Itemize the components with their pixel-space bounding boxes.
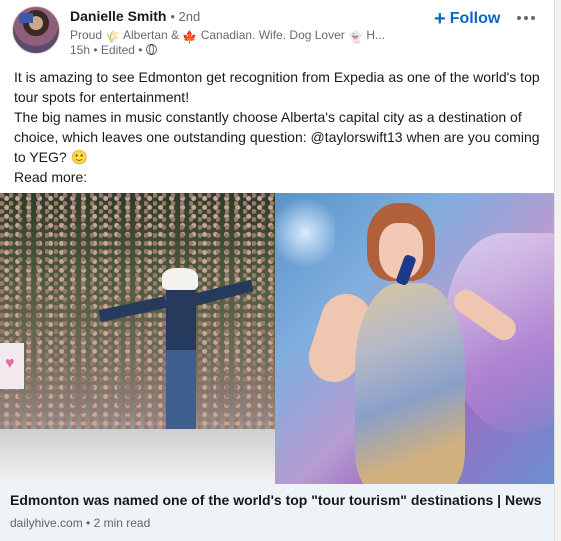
follow-label: Follow: [449, 10, 501, 27]
post-body: It is amazing to see Edmonton get recogn…: [14, 67, 546, 187]
post-text-line-2-content: The big names in music constantly choose…: [14, 109, 540, 165]
headline-part-1: Proud: [70, 28, 103, 42]
maple-leaf-icon: 🍁: [182, 30, 198, 44]
follow-button[interactable]: + Follow: [428, 8, 506, 30]
plus-icon: +: [434, 8, 446, 30]
more-options-button[interactable]: [512, 6, 540, 30]
post-meta: 15h • Edited •: [70, 43, 157, 57]
concert-photo-right: [275, 193, 554, 484]
author-headline: Proud 🌾 Albertan & 🍁 Canadian. Wife. Dog…: [70, 28, 405, 44]
link-title: Edmonton was named one of the world's to…: [10, 492, 542, 508]
post-text-line-1: It is amazing to see Edmonton get recogn…: [14, 69, 540, 105]
smile-emoji-icon: 🙂: [70, 149, 88, 165]
heart-sign-icon: [0, 343, 24, 389]
headline-part-4: H...: [366, 28, 386, 42]
sequined-bodysuit-figure: [355, 283, 465, 484]
headline-part-2: Albertan &: [123, 28, 180, 42]
author-name[interactable]: Danielle Smith: [70, 8, 166, 24]
link-preview-caption[interactable]: Edmonton was named one of the world's to…: [0, 484, 554, 541]
link-preview-image[interactable]: [0, 193, 554, 484]
stage-floor: [0, 429, 275, 484]
link-source: dailyhive.com • 2 min read: [10, 516, 151, 530]
ellipsis-dot: [531, 16, 535, 20]
globe-icon: [145, 44, 157, 55]
flag-icon: [19, 13, 33, 23]
concert-photo-left: [0, 193, 275, 484]
feed-post-card: Danielle Smith • 2nd Proud 🌾 Albertan & …: [0, 0, 555, 541]
author-avatar[interactable]: [12, 6, 60, 54]
post-timestamp: 15h • Edited •: [70, 43, 143, 57]
ellipsis-icon: [517, 16, 521, 20]
post-header: Danielle Smith • 2nd Proud 🌾 Albertan & …: [12, 6, 552, 58]
wheat-icon: 🌾: [105, 30, 121, 44]
read-more-link[interactable]: Read more:: [14, 167, 546, 187]
ghost-icon: 👻: [348, 30, 364, 44]
ellipsis-dot: [524, 16, 528, 20]
author-name-row: Danielle Smith • 2nd: [70, 8, 200, 24]
post-text-line-2: The big names in music constantly choose…: [14, 107, 546, 167]
connection-degree: • 2nd: [170, 9, 201, 24]
cowboy-performer-figure: [98, 268, 254, 453]
headline-part-3: Canadian. Wife. Dog Lover: [200, 28, 345, 42]
